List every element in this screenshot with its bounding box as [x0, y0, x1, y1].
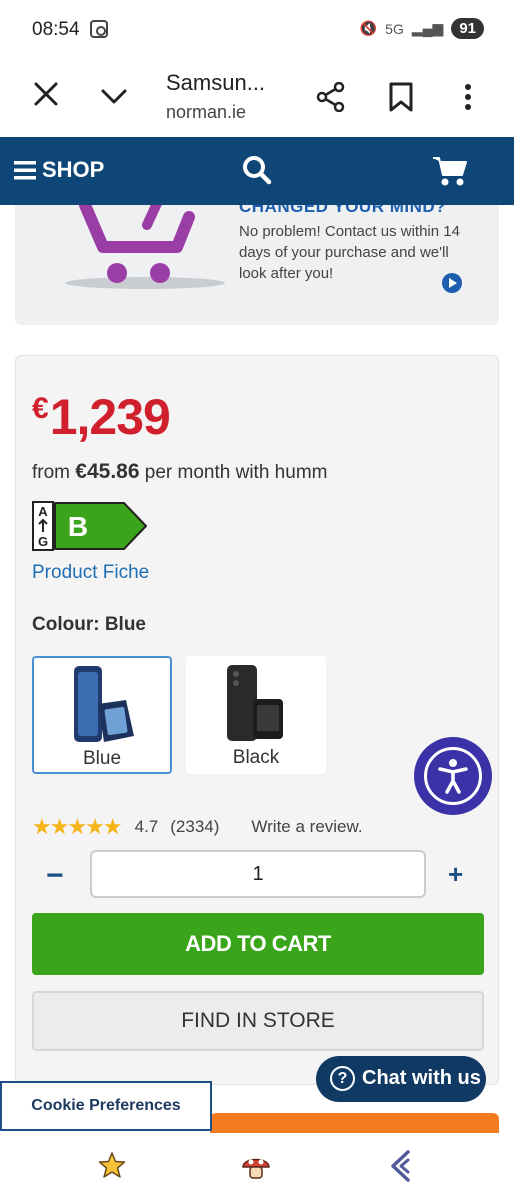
back-icon[interactable]	[386, 1149, 414, 1183]
energy-scale-top: A	[38, 504, 48, 519]
returns-promo-banner[interactable]: CHANGED YOUR MIND? No problem! Contact u…	[15, 205, 499, 325]
shop-nav-bar: SHOP	[0, 137, 514, 205]
promo-heading: CHANGED YOUR MIND?	[239, 205, 447, 216]
quantity-increase-button[interactable]: +	[448, 859, 463, 890]
finance-prefix: from	[32, 462, 76, 483]
cookie-preferences-button[interactable]: Cookie Preferences	[0, 1081, 212, 1131]
cart-icon[interactable]	[432, 155, 468, 187]
page-title: Samsun...	[166, 70, 266, 95]
write-review-link[interactable]: Write a review.	[251, 817, 362, 837]
status-icons: 🔇 5G ▂▄▆ 91	[360, 18, 484, 39]
phone-image-blue	[74, 666, 134, 742]
product-purchase-panel: €1,239 from €45.86 per month with humm A…	[15, 355, 499, 1085]
price-value: 1,239	[49, 389, 171, 445]
star-app-icon[interactable]	[96, 1150, 128, 1182]
shop-menu-button[interactable]: SHOP	[42, 157, 104, 183]
more-menu-icon[interactable]	[456, 82, 480, 112]
shopping-cart-illustration	[65, 205, 225, 289]
close-icon[interactable]	[32, 80, 60, 108]
chat-with-us-button[interactable]: ? Chat with us	[316, 1056, 486, 1102]
product-fiche-link[interactable]: Product Fiche	[32, 562, 149, 584]
bookmark-icon[interactable]	[388, 82, 414, 112]
energy-scale-bottom: G	[38, 534, 48, 549]
colour-label: Colour: Blue	[32, 614, 146, 635]
accessibility-button[interactable]	[414, 737, 492, 815]
screen-record-icon	[90, 20, 108, 38]
browser-toolbar: Samsun... norman.ie	[0, 60, 514, 136]
rating-row: ★★★★★ 4.7 (2334) Write a review.	[32, 814, 363, 840]
status-time: 08:54	[32, 19, 80, 40]
colour-swatch-black[interactable]: Black	[186, 656, 326, 774]
quantity-input[interactable]	[90, 850, 426, 898]
signal-icon: ▂▄▆	[411, 20, 444, 36]
page-url[interactable]: norman.ie	[166, 102, 246, 123]
finance-offer: from €45.86 per month with humm	[32, 460, 327, 484]
add-to-cart-button[interactable]: ADD TO CART	[32, 913, 484, 975]
share-icon[interactable]	[316, 82, 346, 112]
energy-rating-letter: B	[68, 511, 88, 542]
price-currency: €	[32, 392, 49, 425]
network-type: 5G	[385, 20, 404, 37]
finance-amount: €45.86	[75, 460, 140, 483]
search-icon[interactable]	[242, 155, 272, 185]
promo-text: No problem! Contact us within 14 days of…	[239, 223, 460, 282]
mute-icon: 🔇	[359, 20, 378, 36]
rating-stars: ★★★★★	[32, 814, 123, 839]
chevron-down-icon[interactable]	[100, 82, 128, 110]
system-nav-bar	[0, 1133, 514, 1200]
play-icon[interactable]	[442, 273, 462, 293]
phone-image-black	[227, 665, 283, 741]
status-bar: 08:54 🔇 5G ▂▄▆ 91	[0, 0, 514, 60]
accessibility-icon	[424, 747, 482, 805]
colour-name-black: Black	[232, 747, 280, 768]
mushroom-app-icon[interactable]	[240, 1150, 272, 1182]
chat-label: Chat with us	[362, 1067, 481, 1089]
help-question-icon: ?	[330, 1066, 355, 1091]
colour-name-blue: Blue	[82, 748, 122, 769]
rating-value: 4.7	[134, 817, 159, 836]
product-price: €1,239	[32, 388, 171, 446]
find-in-store-button[interactable]: FIND IN STORE	[32, 991, 484, 1051]
finance-suffix: per month with humm	[139, 462, 328, 483]
quantity-decrease-button[interactable]: −	[46, 859, 64, 893]
rating-count[interactable]: (2334)	[170, 817, 219, 837]
colour-swatch-blue[interactable]: Blue	[32, 656, 172, 774]
battery-level: 91	[451, 18, 484, 39]
orange-banner-edge	[210, 1113, 499, 1133]
energy-rating-label[interactable]: A G B	[32, 501, 148, 551]
hamburger-menu-icon[interactable]	[14, 160, 36, 180]
